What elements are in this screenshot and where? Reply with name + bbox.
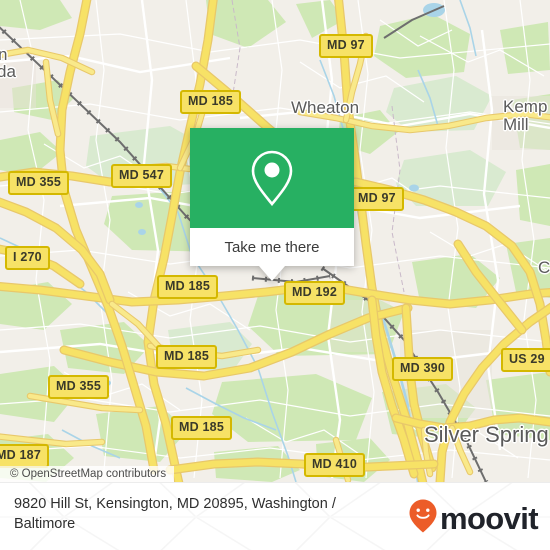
popup-tail <box>259 266 285 281</box>
route-shield-i-270[interactable]: I 270 <box>5 246 50 270</box>
route-shield-md-187[interactable]: MD 187 <box>0 444 49 468</box>
route-shield-md-185-north[interactable]: MD 185 <box>180 90 241 114</box>
map-canvas[interactable]: .g { fill:#cfe8b5; } .g2 { fill:#d9ead0;… <box>0 0 550 482</box>
location-popup[interactable]: Take me there <box>190 128 354 281</box>
popup-header <box>190 128 354 228</box>
route-shield-md-390[interactable]: MD 390 <box>392 357 453 381</box>
route-shield-md-355-south[interactable]: MD 355 <box>48 375 109 399</box>
route-shield-us-29[interactable]: US 29 <box>501 348 550 372</box>
place-label-edge-left-lower: da <box>0 62 16 81</box>
moovit-logo[interactable]: moovit <box>409 499 539 538</box>
take-me-there-button[interactable]: Take me there <box>190 228 354 266</box>
place-label-edge-right: C <box>538 258 550 277</box>
route-shield-md-185-lower[interactable]: MD 185 <box>156 345 217 369</box>
route-shield-md-97-north[interactable]: MD 97 <box>319 34 373 58</box>
destination-address: 9820 Hill St, Kensington, MD 20895, Wash… <box>14 496 336 532</box>
route-shield-md-192[interactable]: MD 192 <box>284 281 345 305</box>
route-shield-md-410[interactable]: MD 410 <box>304 453 365 477</box>
place-label-silver-spring: Silver Spring <box>424 422 549 447</box>
route-shield-md-355-north[interactable]: MD 355 <box>8 171 69 195</box>
moovit-wordmark: moovit <box>439 501 539 536</box>
map-attribution[interactable]: © OpenStreetMap contributors <box>0 466 175 482</box>
moovit-pin-icon <box>409 499 437 538</box>
place-label-wheaton: Wheaton <box>291 98 360 117</box>
footer-bar: 9820 Hill St, Kensington, MD 20895, Wash… <box>0 482 550 550</box>
map-screen: .g { fill:#cfe8b5; } .g2 { fill:#d9ead0;… <box>0 0 550 550</box>
place-label-kemp-mill: Kemp Mill <box>503 97 548 134</box>
route-shield-md-97-mid[interactable]: MD 97 <box>350 187 404 211</box>
location-pin-icon <box>249 149 295 207</box>
route-shield-md-547[interactable]: MD 547 <box>111 164 172 188</box>
route-shield-md-185-mid[interactable]: MD 185 <box>157 275 218 299</box>
route-shield-md-185-bottom[interactable]: MD 185 <box>171 416 232 440</box>
